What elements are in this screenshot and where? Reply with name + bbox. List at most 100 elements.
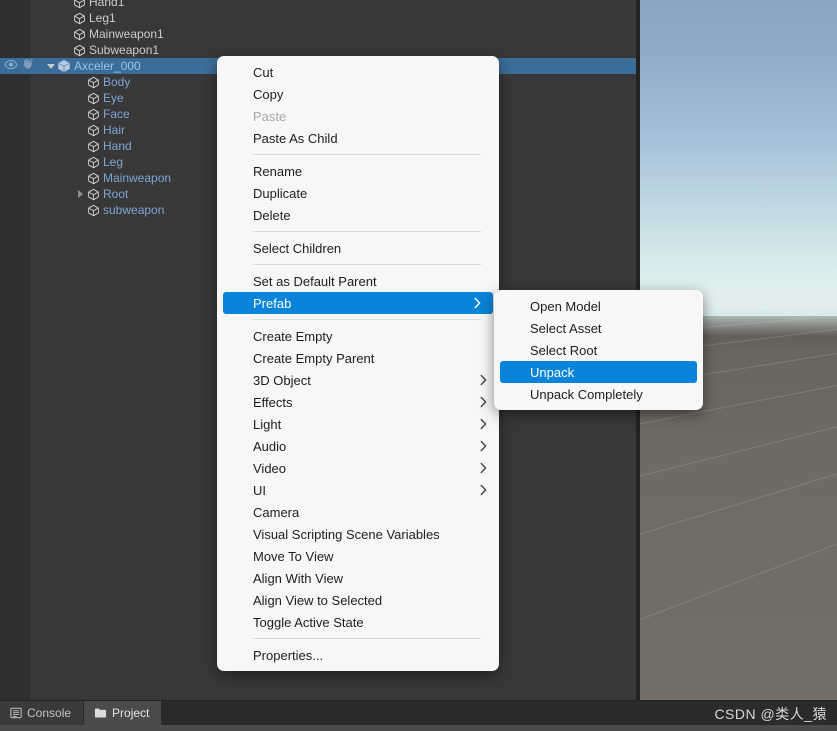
hierarchy-row-label: Hand1 [89,0,125,9]
hierarchy-row-label: Hand [103,139,132,153]
prefab-submenu[interactable]: Open Model Select Asset Select Root Unpack U… [494,290,703,410]
gameobject-cube-icon [87,172,100,185]
menu-item-label: Set as Default Parent [253,273,377,289]
menu-item-select-children[interactable]: Select Children [217,237,499,259]
watermark: CSDN @类人_猿 [714,706,827,722]
panel-body-strip [0,725,837,731]
menu-separator [253,638,481,639]
menu-item-align-view-to-selected[interactable]: Align View to Selected [217,589,499,611]
chevron-right-icon [480,462,487,474]
menu-item-label: Copy [253,86,284,102]
menu-item-select-asset[interactable]: Select Asset [494,317,703,339]
menu-item-label: Select Asset [530,320,602,336]
menu-item-camera[interactable]: Camera [217,501,499,523]
gameobject-cube-icon [73,0,86,9]
menu-item-open-model[interactable]: Open Model [494,295,703,317]
menu-item-select-root[interactable]: Select Root [494,339,703,361]
menu-separator [253,319,481,320]
menu-item-properties[interactable]: Properties... [217,644,499,666]
menu-item-label: Duplicate [253,185,308,201]
menu-item-label: Cut [253,64,274,80]
menu-item-effects[interactable]: Effects [217,391,499,413]
menu-item-toggle-active-state[interactable]: Toggle Active State [217,611,499,633]
scene-sky [636,0,837,318]
menu-item-prefab[interactable]: Prefab [223,292,493,314]
menu-separator [253,231,481,232]
hierarchy-context-menu[interactable]: Cut Copy Paste Paste As Child Rename Duplicat… [217,56,499,671]
menu-item-copy[interactable]: Copy [217,83,499,105]
menu-item-label: Properties... [253,647,324,663]
prefab-cube-icon [57,59,71,73]
menu-item-label: Create Empty [253,328,333,344]
gameobject-cube-icon [87,76,100,89]
menu-item-label: Light [253,416,282,432]
gameobject-cube-icon [87,156,100,169]
folder-icon [94,707,107,719]
eye-icon[interactable] [4,57,18,75]
menu-item-set-as-default-parent[interactable]: Set as Default Parent [217,270,499,292]
menu-item-rename[interactable]: Rename [217,160,499,182]
chevron-right-icon [474,297,481,309]
menu-item-cut[interactable]: Cut [217,61,499,83]
panel-tab-strip: Console Project [0,701,163,725]
tab-console[interactable]: Console [0,701,85,725]
unity-editor-window: Hand1 Leg1 Mainweapon1 Subweapon1 Axceler_00… [0,0,837,731]
hierarchy-row-label: Leg1 [89,11,116,25]
gameobject-cube-icon [73,44,86,57]
menu-item-move-to-view[interactable]: Move To View [217,545,499,567]
menu-item-light[interactable]: Light [217,413,499,435]
menu-item-duplicate[interactable]: Duplicate [217,182,499,204]
menu-item-unpack-completely[interactable]: Unpack Completely [494,383,703,405]
hierarchy-row-label: Mainweapon [103,171,172,185]
menu-item-create-empty-parent[interactable]: Create Empty Parent [217,347,499,369]
hierarchy-row-label: Hair [103,123,126,137]
hierarchy-row-label: Subweapon1 [89,43,160,57]
hierarchy-row-label: Axceler_000 [74,59,141,73]
menu-item-unpack[interactable]: Unpack [500,361,697,383]
menu-item-label: Select Root [530,342,598,358]
menu-item-label: Prefab [253,295,292,311]
menu-item-label: Video [253,460,287,476]
menu-item-label: Align View to Selected [253,592,383,608]
menu-item-3d-object[interactable]: 3D Object [217,369,499,391]
hierarchy-row[interactable]: Leg1 [0,10,636,26]
row-visibility-toggles[interactable] [0,57,34,75]
gameobject-cube-icon [87,124,100,137]
menu-item-label: Audio [253,438,287,454]
chevron-right-icon [480,440,487,452]
gameobject-cube-icon [87,188,100,201]
menu-item-label: UI [253,482,266,498]
menu-item-label: Visual Scripting Scene Variables [253,526,440,542]
menu-item-create-empty[interactable]: Create Empty [217,325,499,347]
gameobject-cube-icon [87,204,100,217]
hierarchy-row-label: subweapon [103,203,165,217]
gameobject-cube-icon [73,28,86,41]
console-icon [10,707,22,719]
expand-arrow-down-icon[interactable] [44,63,57,69]
menu-separator [253,154,481,155]
chevron-right-icon [480,484,487,496]
chevron-right-icon [480,374,487,386]
expand-arrow-right-icon[interactable] [74,190,87,198]
chevron-right-icon [480,396,487,408]
tab-project[interactable]: Project [84,701,163,725]
gameobject-cube-icon [73,12,86,25]
hand-icon[interactable] [21,57,34,75]
menu-item-label: Open Model [530,298,601,314]
hierarchy-row[interactable]: Mainweapon1 [0,26,636,42]
gameobject-cube-icon [87,92,100,105]
menu-item-label: Unpack [530,364,575,380]
hierarchy-row-label: Leg [103,155,124,169]
menu-item-label: Paste As Child [253,130,338,146]
menu-item-align-with-view[interactable]: Align With View [217,567,499,589]
menu-item-video[interactable]: Video [217,457,499,479]
menu-item-ui[interactable]: UI [217,479,499,501]
hierarchy-row-label: Body [103,75,131,89]
gameobject-cube-icon [87,140,100,153]
menu-item-audio[interactable]: Audio [217,435,499,457]
menu-item-delete[interactable]: Delete [217,204,499,226]
hierarchy-row[interactable]: Hand1 [0,0,636,10]
menu-item-paste-as-child[interactable]: Paste As Child [217,127,499,149]
chevron-right-icon [480,418,487,430]
menu-item-visual-scripting-scene-variables[interactable]: Visual Scripting Scene Variables [217,523,499,545]
